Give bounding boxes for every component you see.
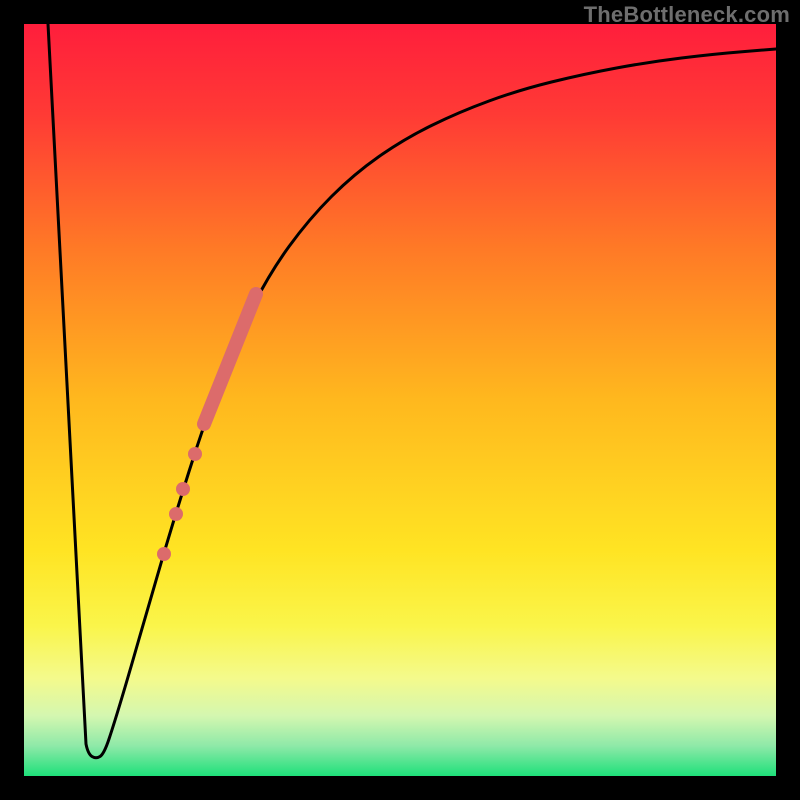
highlight-dot: [169, 507, 183, 521]
chart-frame: TheBottleneck.com: [0, 0, 800, 800]
chart-canvas: [24, 24, 776, 776]
highlight-dot: [188, 447, 202, 461]
plot-area: [24, 24, 776, 776]
watermark-text: TheBottleneck.com: [584, 2, 790, 28]
highlight-dot: [176, 482, 190, 496]
gradient-background: [24, 24, 776, 776]
highlight-dot: [157, 547, 171, 561]
